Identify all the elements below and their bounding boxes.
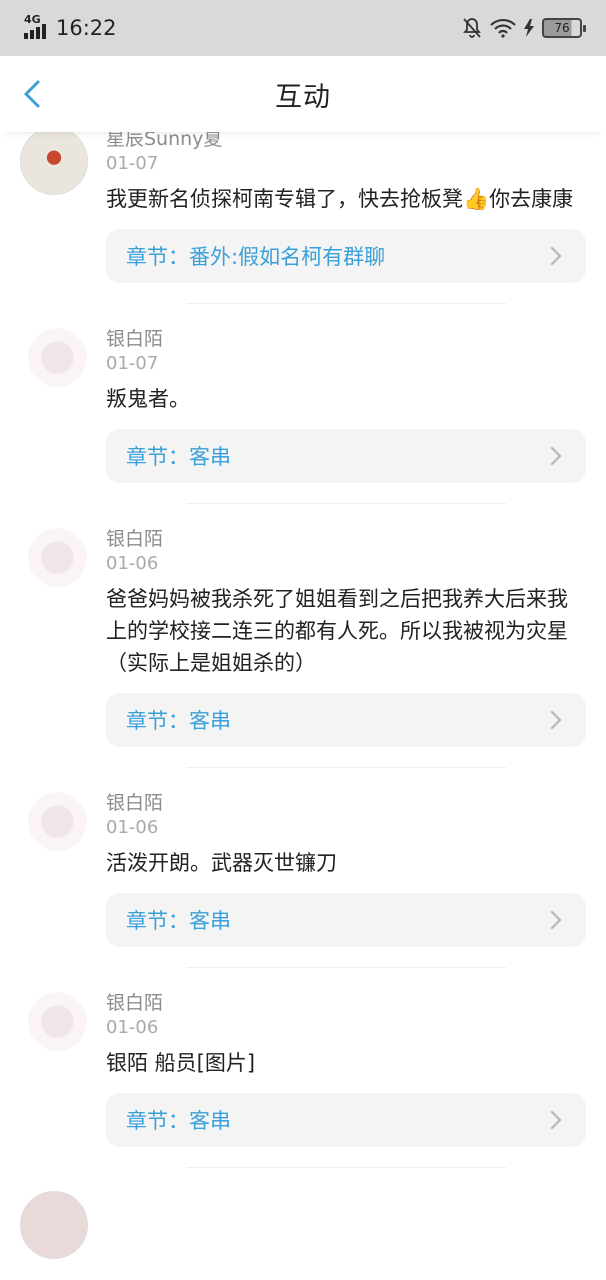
chevron-right-icon — [550, 1110, 562, 1130]
comment-text: 叛鬼者。 — [106, 387, 190, 411]
list-item: 银白陌 01-07 叛鬼者。 章节：客串 — [0, 327, 606, 504]
bell-off-icon — [463, 18, 481, 38]
avatar[interactable] — [20, 991, 88, 1059]
charging-icon — [524, 19, 534, 37]
post-date: 01-06 — [106, 553, 159, 574]
battery-indicator: 76 — [542, 18, 586, 38]
status-right: 76 — [462, 17, 586, 39]
comment-text: 我更新名侦探柯南专辑了，快去抢板凳👍你去康康 — [106, 187, 574, 211]
comment-text: 活泼开朗。武器灭世镰刀 — [106, 851, 337, 875]
username[interactable]: 银白陌 — [106, 327, 586, 351]
signal-icon: 4G — [24, 13, 50, 39]
chevron-right-icon — [550, 246, 562, 266]
chevron-right-icon — [550, 910, 562, 930]
status-bar: 4G 16:22 76 — [0, 0, 606, 56]
interaction-feed[interactable]: 星辰Sunny夏 01-07 我更新名侦探柯南专辑了，快去抢板凳👍你去康康 章节… — [0, 132, 606, 1280]
post-date: 01-06 — [106, 1017, 159, 1038]
chapter-label: 章节：客串 — [126, 909, 231, 933]
username[interactable]: 银白陌 — [106, 791, 586, 815]
comment-text: 银陌 船员[图片] — [106, 1051, 256, 1075]
avatar[interactable] — [20, 1191, 88, 1259]
top-bar: 互动 — [0, 56, 606, 132]
divider — [186, 967, 506, 968]
divider — [186, 1167, 506, 1168]
chapter-link[interactable]: 章节：客串 — [106, 693, 586, 747]
divider — [186, 303, 506, 304]
post-date: 01-07 — [106, 153, 159, 174]
avatar[interactable] — [20, 527, 88, 595]
divider — [186, 767, 506, 768]
post-date: 01-06 — [106, 817, 159, 838]
avatar[interactable] — [20, 327, 88, 395]
battery-level: 76 — [554, 21, 570, 35]
chapter-link[interactable]: 章节：客串 — [106, 429, 586, 483]
divider — [186, 503, 506, 504]
chapter-label: 章节：客串 — [126, 1109, 231, 1133]
chevron-right-icon — [550, 710, 562, 730]
chapter-link[interactable]: 章节：番外:假如名柯有群聊 — [106, 229, 586, 283]
chapter-label: 章节：番外:假如名柯有群聊 — [126, 245, 386, 269]
username[interactable]: 星辰Sunny夏 — [106, 132, 586, 151]
status-time: 16:22 — [56, 16, 117, 40]
back-arrow-icon[interactable] — [18, 78, 50, 110]
chevron-right-icon — [550, 446, 562, 466]
list-item: 星辰Sunny夏 01-07 我更新名侦探柯南专辑了，快去抢板凳👍你去康康 章节… — [0, 132, 606, 304]
list-item: 银白陌 01-06 爸爸妈妈被我杀死了姐姐看到之后把我养大后来我上的学校接二连三… — [0, 527, 606, 768]
comment-text: 爸爸妈妈被我杀死了姐姐看到之后把我养大后来我上的学校接二连三的都有人死。所以我被… — [106, 587, 568, 675]
post-date: 01-07 — [106, 353, 159, 374]
page-title: 互动 — [275, 81, 331, 113]
username[interactable]: 银白陌 — [106, 527, 586, 551]
avatar[interactable] — [20, 791, 88, 859]
list-item: 银白陌 01-06 银陌 船员[图片] 章节：客串 — [0, 991, 606, 1168]
chapter-label: 章节：客串 — [126, 445, 231, 469]
avatar[interactable] — [20, 132, 88, 195]
chapter-link[interactable]: 章节：客串 — [106, 1093, 586, 1147]
username[interactable]: 银白陌 — [106, 991, 586, 1015]
list-item: 银白陌 01-06 活泼开朗。武器灭世镰刀 章节：客串 — [0, 791, 606, 968]
chapter-link[interactable]: 章节：客串 — [106, 893, 586, 947]
status-left: 4G 16:22 — [24, 13, 117, 40]
wifi-icon — [490, 18, 516, 38]
chapter-label: 章节：客串 — [126, 709, 231, 733]
